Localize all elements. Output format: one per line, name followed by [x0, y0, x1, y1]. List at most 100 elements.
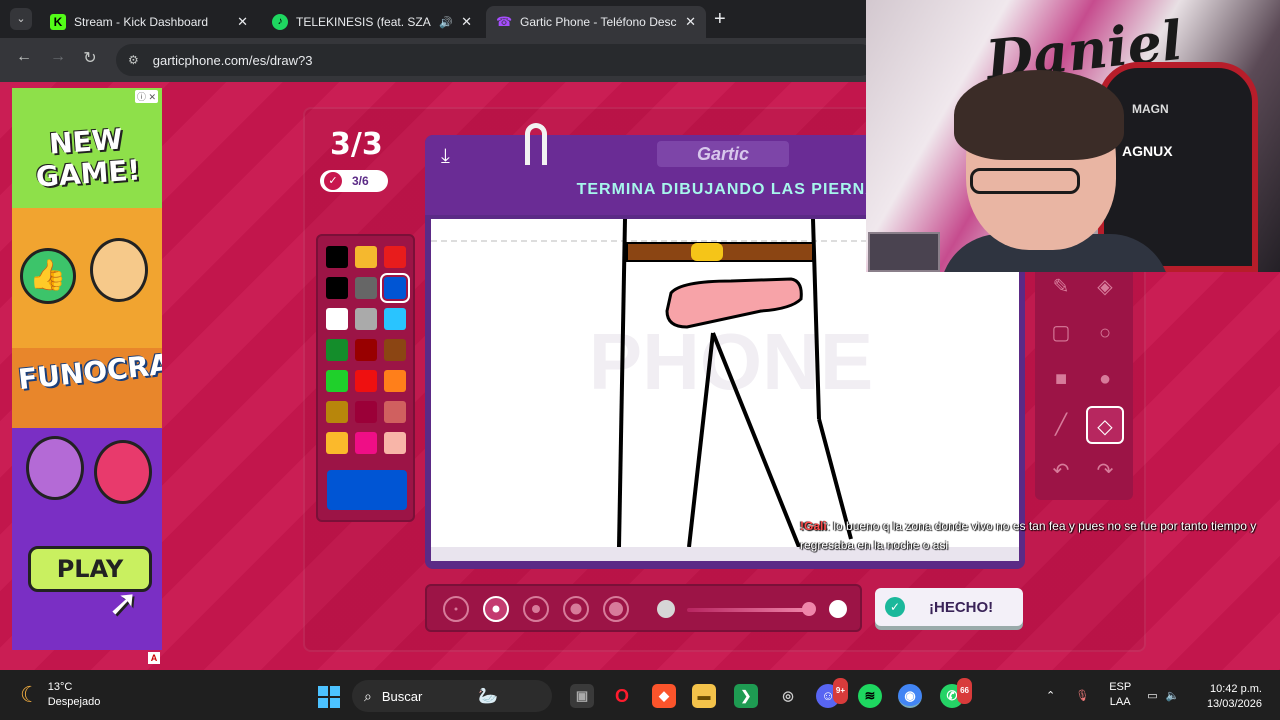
tab-spotify[interactable]: ♪ TELEKINESIS (feat. SZA & Fu 🔊 ✕	[262, 6, 482, 38]
tab-title: TELEKINESIS (feat. SZA & Fu	[296, 15, 433, 29]
check-icon: ✓	[324, 172, 342, 190]
color-swatch[interactable]	[326, 246, 348, 268]
folder-icon[interactable]: ▬	[692, 684, 716, 708]
discord-badge: 9+	[832, 678, 848, 704]
ad-title: NEW GAME!	[34, 122, 142, 194]
done-button[interactable]: ✓ ¡HECHO!	[875, 588, 1023, 626]
app-icon[interactable]: ❯	[734, 684, 758, 708]
color-swatch[interactable]	[384, 401, 406, 423]
line-icon[interactable]: ╱	[1042, 406, 1080, 444]
opera-icon[interactable]: O	[610, 684, 634, 708]
color-swatch[interactable]	[355, 432, 377, 454]
obs-icon[interactable]: ◎	[776, 684, 800, 708]
forward-arrow-icon[interactable]: →	[46, 48, 70, 66]
brush-size-4[interactable]	[563, 596, 589, 622]
opacity-slider[interactable]	[687, 608, 809, 612]
tray-expand-icon[interactable]: ⌃	[1046, 689, 1055, 702]
ad-info-icon[interactable]: ⓘ ✕	[134, 90, 158, 103]
close-tab-icon[interactable]: ✕	[461, 14, 472, 30]
discord-icon[interactable]: ☺ 9+	[816, 678, 848, 708]
ellipse-icon[interactable]: ○	[1086, 314, 1124, 352]
angry-face-icon	[94, 440, 152, 504]
tab-title: Gartic Phone - Teléfono Descon	[520, 15, 678, 29]
volume-icon[interactable]: 🔈	[1166, 689, 1180, 702]
phone-icon: ☎	[496, 14, 513, 29]
task-view-icon[interactable]: ▣	[570, 684, 594, 708]
temperature: 13°C	[47, 681, 73, 693]
ad-banner[interactable]: ⓘ ✕ NEW GAME! 👍 FUNOCRACY PLAY ➚	[12, 88, 162, 650]
speaker-icon[interactable]: 🔊	[439, 16, 453, 29]
brush-size-1[interactable]	[443, 596, 469, 622]
color-swatch[interactable]	[355, 277, 377, 299]
spotify-icon[interactable]: ≋	[858, 684, 882, 708]
gartic-logo: Gartic	[657, 141, 789, 167]
close-tab-icon[interactable]: ✕	[685, 14, 696, 30]
streamer-hair	[954, 70, 1124, 160]
color-swatch[interactable]	[355, 308, 377, 330]
filled-ellipse-icon[interactable]: ●	[1086, 360, 1124, 398]
color-swatch[interactable]	[380, 273, 410, 303]
color-swatch[interactable]	[384, 246, 406, 268]
color-swatch[interactable]	[326, 432, 348, 454]
url-bar[interactable]: ⚙ garticphone.com/es/draw?3	[116, 44, 876, 76]
close-tab-icon[interactable]: ✕	[237, 14, 248, 30]
search-placeholder: Buscar	[381, 688, 423, 704]
color-swatch[interactable]	[326, 308, 348, 330]
chrome-icon[interactable]: ◉	[898, 684, 922, 708]
weather-status: Despejado	[47, 696, 101, 708]
new-tab-button[interactable]: +	[714, 8, 726, 31]
url-text: garticphone.com/es/draw?3	[152, 52, 313, 68]
pencil-icon[interactable]: ✎	[1042, 268, 1080, 306]
taskbar-search[interactable]: ⌕ Buscar 🦢	[352, 680, 552, 712]
tab-kick-dashboard[interactable]: K Stream - Kick Dashboard ✕	[40, 6, 258, 38]
spotify-icon: ♪	[272, 14, 288, 30]
undo-icon[interactable]: ↶	[1042, 452, 1080, 490]
tab-gartic-phone[interactable]: ☎ Gartic Phone - Teléfono Descon ✕	[486, 6, 706, 38]
color-swatch[interactable]	[384, 339, 406, 361]
brush-size-3[interactable]	[523, 596, 549, 622]
brush-size-5[interactable]	[603, 596, 629, 622]
whatsapp-badge: 66	[957, 678, 972, 704]
system-clock[interactable]: 10:42 p.m. 13/03/2026	[1198, 682, 1262, 712]
color-swatch[interactable]	[384, 370, 406, 392]
color-swatch[interactable]	[384, 432, 406, 454]
round-counter: 3/3	[330, 127, 383, 162]
color-swatch[interactable]	[355, 401, 377, 423]
color-swatch[interactable]	[355, 339, 377, 361]
tab-search-button[interactable]: ⌄	[10, 8, 32, 30]
download-icon[interactable]: ⤓	[441, 145, 450, 168]
weather-widget[interactable]: ☾ 13°C Despejado	[20, 680, 100, 710]
brush-size-2[interactable]	[483, 596, 509, 622]
brave-icon[interactable]: ◆	[652, 684, 676, 708]
pc-case	[868, 232, 940, 272]
color-swatch[interactable]	[384, 308, 406, 330]
opacity-slider-handle[interactable]	[802, 602, 816, 616]
filled-rectangle-icon[interactable]: ■	[1042, 360, 1080, 398]
rectangle-icon[interactable]: ▢	[1042, 314, 1080, 352]
color-swatch[interactable]	[326, 370, 348, 392]
color-swatch[interactable]	[326, 401, 348, 423]
windows-start-icon[interactable]	[318, 686, 340, 708]
site-info-icon[interactable]: ⚙	[128, 53, 139, 67]
tab-title: Stream - Kick Dashboard	[74, 15, 209, 29]
swan-icon: 🦢	[478, 688, 499, 705]
date: 13/03/2026	[1206, 698, 1262, 710]
redo-icon[interactable]: ↷	[1086, 452, 1124, 490]
whatsapp-icon[interactable]: ✆ 66	[940, 678, 972, 708]
players-done-badge: ✓ 3/6	[320, 170, 388, 192]
chat-message: : lo bueno q la zona donde vivo no es ta…	[800, 519, 1257, 552]
fill-bucket-icon[interactable]: ◇	[1086, 406, 1124, 444]
color-swatch[interactable]	[326, 277, 348, 299]
eraser-icon[interactable]: ◈	[1086, 268, 1124, 306]
network-icon[interactable]: ▭	[1147, 689, 1157, 702]
color-swatch[interactable]	[326, 339, 348, 361]
ad-choices-icon[interactable]: A	[148, 652, 160, 664]
color-swatch[interactable]	[355, 246, 377, 268]
color-swatch[interactable]	[355, 370, 377, 392]
current-color-preview[interactable]	[327, 470, 407, 510]
reload-icon[interactable]: ↻	[78, 48, 102, 68]
language-code: ESP	[1109, 681, 1132, 693]
microphone-icon[interactable]: 🎙	[1075, 689, 1089, 702]
back-arrow-icon[interactable]: ←	[12, 48, 36, 66]
language-indicator[interactable]: ESP LAA	[1109, 680, 1131, 710]
